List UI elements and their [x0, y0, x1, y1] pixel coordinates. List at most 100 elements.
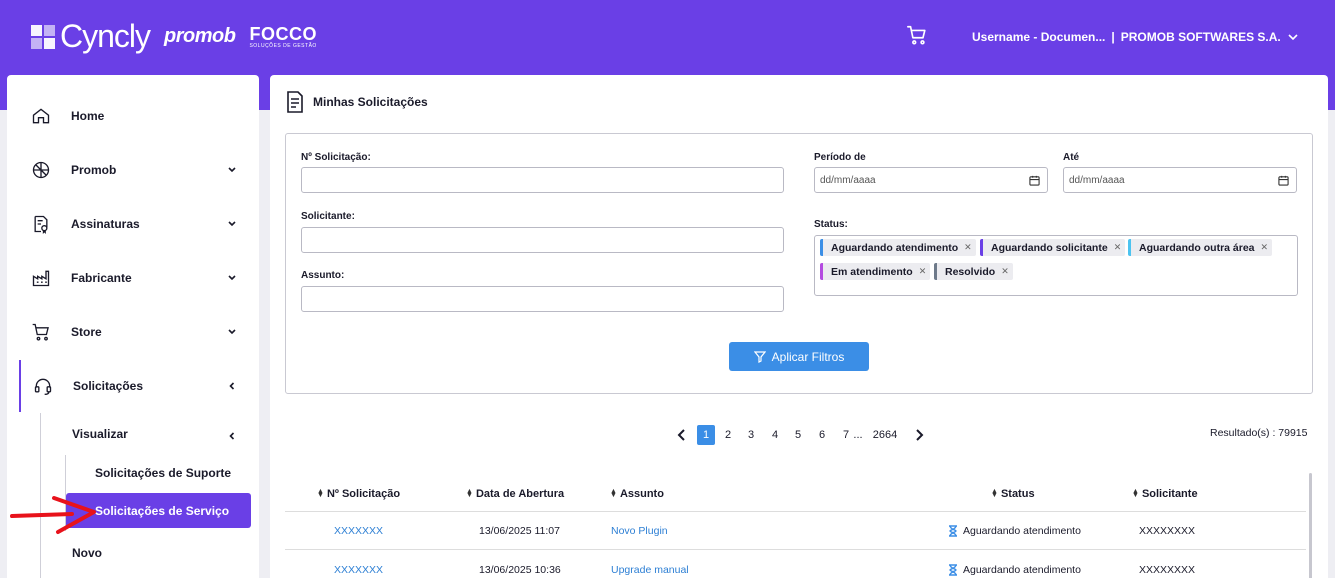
- sidebar-item-assinaturas[interactable]: Assinaturas: [7, 202, 259, 246]
- column-solicitante[interactable]: ▲ ▼ Solicitante: [1132, 488, 1198, 500]
- sidebar-item-fabricante[interactable]: Fabricante: [7, 256, 259, 300]
- brand-logos: Cyncly promob FOCCO SOLUÇÕES DE GESTÃO: [30, 18, 317, 55]
- focco-logo-text: FOCCO: [249, 23, 317, 44]
- calendar-icon[interactable]: [1278, 175, 1289, 186]
- column-assunto[interactable]: ▲ ▼ Assunto: [610, 488, 664, 500]
- remove-tag-icon[interactable]: ✕: [964, 242, 972, 253]
- num-solicitacao-label: Nº Solicitação:: [301, 152, 371, 163]
- filter-panel: Nº Solicitação: Solicitante: Assunto: Pe…: [285, 133, 1313, 394]
- cell-status-label: Aguardando atendimento: [963, 564, 1081, 576]
- user-menu[interactable]: Username - Documen... | PROMOB SOFTWARES…: [972, 30, 1299, 44]
- column-header-label: Nº Solicitação: [326, 488, 401, 500]
- periodo-de-input[interactable]: dd/mm/aaaa: [814, 167, 1048, 193]
- remove-tag-icon[interactable]: ✕: [1261, 242, 1269, 253]
- assunto-input[interactable]: [301, 286, 784, 312]
- sidebar-item-solicitacoes[interactable]: Solicitações: [7, 364, 259, 408]
- page-title-text: Minhas Solicitações: [313, 95, 428, 109]
- cell-num-solicitacao[interactable]: XXXXXXX: [334, 564, 383, 576]
- solicitante-input[interactable]: [301, 227, 784, 253]
- column-num-solicitacao[interactable]: ▲ ▼ Nº Solicitação: [317, 488, 400, 500]
- sidebar-item-store[interactable]: Store: [7, 310, 259, 354]
- page-2[interactable]: 2: [721, 425, 735, 445]
- periodo-label: Período de: [814, 152, 866, 163]
- sidebar-subitem-visualizar[interactable]: Visualizar: [72, 427, 128, 441]
- num-solicitacao-input[interactable]: [301, 167, 784, 193]
- assunto-label: Assunto:: [301, 270, 345, 281]
- cart-icon: [30, 321, 52, 343]
- sort-icon: ▲ ▼: [991, 488, 998, 499]
- cyncly-logo-text: Cyncly: [60, 18, 151, 54]
- column-header-label: Status: [1000, 488, 1035, 500]
- sidebar-item-label: Fabricante: [71, 271, 132, 285]
- status-tag-label: Em atendimento: [831, 265, 913, 278]
- chevron-down-icon: [225, 271, 239, 285]
- sidebar-item-label: Assinaturas: [71, 217, 140, 231]
- headset-icon: [32, 375, 54, 397]
- hourglass-icon: [949, 525, 957, 537]
- table-row[interactable]: XXXXXXX 13/06/2025 11:07 Novo Plugin Agu…: [285, 512, 1306, 550]
- page-1[interactable]: 1: [697, 425, 715, 445]
- promob-logo: promob: [164, 25, 236, 47]
- results-count: Resultado(s) : 79915: [1210, 427, 1308, 439]
- status-label: Status:: [814, 219, 848, 230]
- remove-tag-icon[interactable]: ✕: [919, 266, 927, 277]
- status-tag-label: Aguardando atendimento: [831, 241, 959, 254]
- date-placeholder: dd/mm/aaaa: [1069, 174, 1125, 186]
- status-tag-label: Aguardando solicitante: [991, 241, 1108, 254]
- chevron-down-icon: [1288, 34, 1298, 41]
- status-tag: Resolvido ✕: [934, 263, 1013, 280]
- status-tag-label: Resolvido: [945, 265, 996, 278]
- cyncly-logo-icon: [31, 24, 55, 49]
- table-row[interactable]: XXXXXXX 13/06/2025 10:36 Upgrade manual …: [285, 551, 1306, 578]
- promob-icon: [30, 159, 52, 181]
- column-status[interactable]: ▲ ▼ Status: [991, 488, 1035, 500]
- pagination: 1 2 3 4 5 6 7 ... 2664: [270, 425, 1328, 445]
- calendar-icon[interactable]: [1029, 175, 1040, 186]
- chevron-left-icon: [225, 379, 239, 393]
- sidebar-item-promob[interactable]: Promob: [7, 148, 259, 192]
- prev-page-icon[interactable]: [675, 425, 689, 445]
- cell-data-abertura: 13/06/2025 11:07: [479, 525, 560, 537]
- table-scrollbar[interactable]: [1309, 473, 1312, 578]
- ate-input[interactable]: dd/mm/aaaa: [1063, 167, 1297, 193]
- hourglass-icon: [949, 564, 957, 576]
- cell-assunto[interactable]: Novo Plugin: [611, 525, 668, 537]
- page-last[interactable]: 2664: [870, 425, 900, 445]
- cart-icon[interactable]: [906, 24, 928, 51]
- status-multiselect[interactable]: Aguardando atendimento ✕ Aguardando solic…: [814, 235, 1298, 296]
- sidebar-subitem-novo[interactable]: Novo: [72, 546, 102, 560]
- column-data-abertura[interactable]: ▲ ▼ Data de Abertura: [466, 488, 564, 500]
- apply-filters-button[interactable]: Aplicar Filtros: [729, 342, 869, 371]
- column-header-label: Assunto: [619, 488, 664, 500]
- document-icon: [287, 91, 303, 113]
- chevron-down-icon: [225, 325, 239, 339]
- remove-tag-icon[interactable]: ✕: [1001, 266, 1009, 277]
- page-7[interactable]: 7: [839, 425, 853, 445]
- cyncly-logo[interactable]: Cyncly: [30, 18, 151, 55]
- page-5[interactable]: 5: [791, 425, 805, 445]
- chevron-down-icon: [225, 217, 239, 231]
- cell-status: Aguardando atendimento: [948, 564, 1081, 576]
- sort-icon: ▲ ▼: [610, 488, 617, 499]
- annotation-arrow: [10, 496, 96, 534]
- next-page-icon[interactable]: [912, 425, 926, 445]
- status-tag: Em atendimento ✕: [820, 263, 931, 280]
- page-title: Minhas Solicitações: [285, 91, 428, 113]
- sort-icon: ▲ ▼: [317, 488, 324, 499]
- main-panel: Minhas Solicitações Nº Solicitação: Soli…: [270, 75, 1328, 578]
- sidebar-item-label: Store: [71, 325, 102, 339]
- certificate-icon: [30, 213, 52, 235]
- cell-num-solicitacao[interactable]: XXXXXXX: [334, 525, 383, 537]
- sidebar-subitem-suporte[interactable]: Solicitações de Suporte: [95, 466, 231, 480]
- status-tag: Aguardando atendimento ✕: [820, 239, 976, 256]
- cell-status: Aguardando atendimento: [948, 525, 1081, 537]
- sidebar-item-label: Home: [71, 109, 105, 123]
- page-6[interactable]: 6: [815, 425, 829, 445]
- sidebar-item-home[interactable]: Home: [7, 94, 259, 138]
- column-header-label: Data de Abertura: [475, 488, 565, 500]
- cell-assunto[interactable]: Upgrade manual: [611, 564, 689, 576]
- page-4[interactable]: 4: [768, 425, 782, 445]
- cell-solicitante: XXXXXXXX: [1139, 564, 1196, 576]
- page-3[interactable]: 3: [744, 425, 758, 445]
- remove-tag-icon[interactable]: ✕: [1114, 242, 1122, 253]
